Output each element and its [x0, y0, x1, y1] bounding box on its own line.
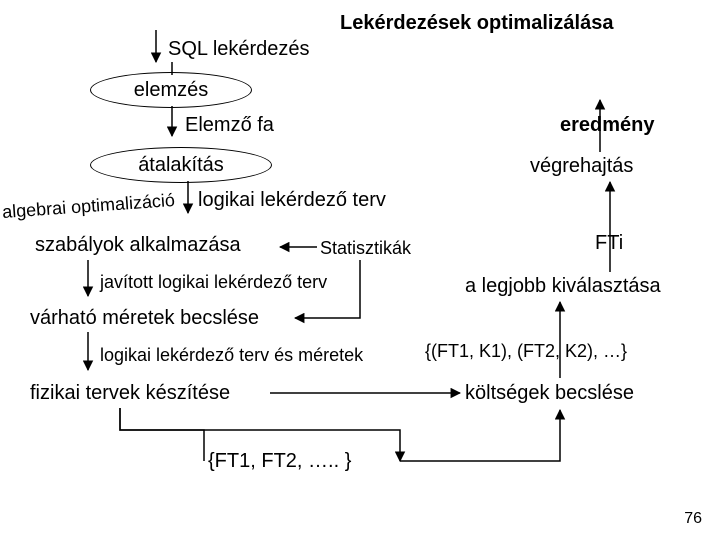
page-number: 76	[684, 510, 702, 528]
label-pairs-set: {(FT1, K1), (FT2, K2), …}	[425, 341, 627, 362]
label-result: eredmény	[560, 114, 655, 137]
page-title: Lekérdezések optimalizálása	[340, 12, 613, 35]
label-parse-tree: Elemző fa	[185, 114, 274, 137]
label-cost-estimation: költségek becslése	[465, 382, 634, 405]
label-algebra-optimization: algebrai optimalizáció	[2, 196, 175, 217]
label-physical-plan-generation: fizikai tervek készítése	[30, 382, 230, 405]
label-logical-plan: logikai lekérdező terv	[198, 189, 386, 212]
label-statistics: Statisztikák	[320, 238, 411, 259]
bubble-analysis: elemzés	[90, 72, 252, 108]
label-logical-plan-and-sizes: logikai lekérdező terv és méretek	[100, 345, 363, 366]
bubble-transformation: átalakítás	[90, 147, 272, 183]
label-execution: végrehajtás	[530, 155, 633, 178]
label-rule-application: szabályok alkalmazása	[35, 234, 241, 257]
label-sql-query: SQL lekérdezés	[168, 38, 310, 61]
label-improved-logical-plan: javított logikai lekérdező terv	[100, 272, 327, 293]
label-fti: FTi	[595, 232, 623, 255]
label-ft-set: {FT1, FT2, ….. }	[208, 450, 351, 473]
label-select-best: a legjobb kiválasztása	[465, 275, 661, 298]
label-size-estimation: várható méretek becslése	[30, 307, 259, 330]
